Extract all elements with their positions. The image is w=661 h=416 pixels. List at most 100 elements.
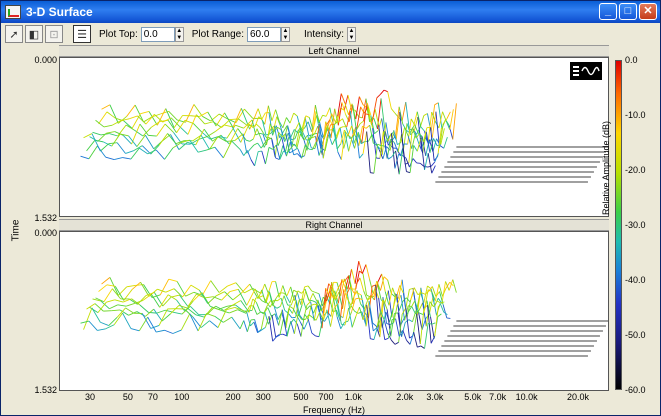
surface-segment xyxy=(348,136,353,152)
intensity-spinner[interactable]: ▲ ▼ xyxy=(347,26,357,42)
surface-segment xyxy=(413,287,419,295)
spin-down-icon[interactable]: ▼ xyxy=(349,35,355,41)
surface-segment xyxy=(125,303,135,307)
surface-segment xyxy=(347,125,353,136)
spectrum-display-icon[interactable] xyxy=(570,62,602,80)
spin-up-icon[interactable]: ▲ xyxy=(283,28,289,34)
surface-segment xyxy=(304,285,309,288)
display-options-button[interactable]: ☰ xyxy=(73,25,91,43)
surface-segment xyxy=(271,139,277,159)
surface-segment xyxy=(126,285,136,288)
surface-segment xyxy=(373,118,378,130)
plot-range-spinner[interactable]: ▲ ▼ xyxy=(281,26,290,42)
surface-segment xyxy=(156,329,165,333)
surface-segment xyxy=(140,281,150,297)
frequency-tick-label: 300 xyxy=(255,392,271,402)
surface-segment xyxy=(408,305,412,308)
surface-segment xyxy=(178,305,188,309)
surface-segment xyxy=(108,142,118,145)
surface-segment xyxy=(359,153,364,159)
surface-segment xyxy=(249,138,254,142)
surface-segment xyxy=(98,284,108,292)
surface-segment xyxy=(303,321,308,330)
surface-segment xyxy=(362,273,368,296)
surface-segment xyxy=(452,103,457,140)
surface-segment xyxy=(95,119,105,128)
surface-segment xyxy=(214,146,224,159)
surface-segment xyxy=(91,307,101,323)
surface-segment xyxy=(358,96,364,105)
surface-segment xyxy=(217,309,227,328)
spin-up-icon[interactable]: ▲ xyxy=(176,28,182,34)
surface-segment xyxy=(100,321,109,326)
close-button[interactable]: ✕ xyxy=(639,3,657,20)
surface-segment xyxy=(187,307,197,316)
plot-top-input[interactable]: 0.0 xyxy=(140,26,175,42)
surface-segment xyxy=(365,124,370,129)
frequency-axis-title: Frequency (Hz) xyxy=(302,405,365,415)
surface-segment xyxy=(231,140,241,150)
plot-top-label: Plot Top: xyxy=(99,28,138,40)
surface-segment xyxy=(341,323,346,326)
surface-segment xyxy=(229,288,239,292)
maximize-button[interactable]: □ xyxy=(619,3,637,20)
frequency-tick-label: 20.0k xyxy=(566,392,589,402)
surface-segment xyxy=(394,312,399,314)
plot-top-spinner[interactable]: ▲ ▼ xyxy=(174,26,184,42)
surface-segment xyxy=(351,268,356,284)
right-channel-plot[interactable] xyxy=(59,231,609,391)
surface-segment xyxy=(250,321,255,327)
surface-segment xyxy=(227,282,237,287)
speaker-icon: ◧ xyxy=(28,28,40,41)
surface-segment xyxy=(158,133,168,146)
speaker-tool-button[interactable]: ◧ xyxy=(25,25,43,43)
surface-segment xyxy=(256,123,261,128)
surface-segment xyxy=(439,145,445,149)
surface-segment xyxy=(272,336,277,342)
surface-segment xyxy=(409,287,414,290)
surface-segment xyxy=(111,309,121,312)
plot-range-input[interactable]: 60.0 xyxy=(247,26,281,42)
surface-segment xyxy=(308,148,313,151)
colorbar-title: Relative Amplitude (dB) xyxy=(601,120,611,215)
surface-segment xyxy=(229,309,238,314)
surface-segment xyxy=(153,308,163,322)
spin-down-icon[interactable]: ▼ xyxy=(176,35,182,41)
frequency-tick-label: 3.0k xyxy=(426,392,444,402)
surface-segment xyxy=(430,336,436,344)
surface-segment xyxy=(314,303,319,306)
spin-up-icon[interactable]: ▲ xyxy=(349,28,355,34)
surface-segment xyxy=(285,306,290,328)
surface-segment xyxy=(168,278,178,282)
list-icon: ☰ xyxy=(77,28,87,41)
surface-segment xyxy=(431,322,436,325)
surface-segment xyxy=(372,322,377,327)
surface-segment xyxy=(139,304,149,313)
surface-segment xyxy=(434,153,439,163)
zoom-tool-button[interactable]: ⊡ xyxy=(45,25,63,43)
frequency-tick-label: 700 xyxy=(318,392,334,402)
surface-segment xyxy=(277,136,283,146)
right-time-bottom-tick: 1.532 xyxy=(34,385,57,395)
title-bar[interactable]: 3-D Surface _ □ ✕ xyxy=(1,1,660,23)
surface-segment xyxy=(391,318,396,321)
surface-segment xyxy=(307,285,313,292)
colorbar-tick-label: -30.0 xyxy=(625,220,646,230)
pointer-tool-button[interactable]: ➚ xyxy=(5,25,23,43)
surface-segment xyxy=(293,112,298,117)
surface-segment xyxy=(351,316,357,328)
surface-segment xyxy=(167,133,177,144)
surface-segment xyxy=(80,155,90,160)
surface-segment xyxy=(277,297,282,302)
left-channel-plot[interactable] xyxy=(59,57,609,217)
surface-segment xyxy=(333,124,339,152)
frequency-tick-label: 1.0k xyxy=(344,392,362,402)
colorbar-tick-label: 0.0 xyxy=(625,55,638,65)
spin-down-icon[interactable]: ▼ xyxy=(283,35,289,41)
surface-segment xyxy=(103,141,112,147)
surface-segment xyxy=(420,287,425,311)
minimize-button[interactable]: _ xyxy=(599,3,617,20)
surface-segment xyxy=(222,140,233,159)
surface-segment xyxy=(268,146,273,150)
surface-segment xyxy=(264,147,270,165)
